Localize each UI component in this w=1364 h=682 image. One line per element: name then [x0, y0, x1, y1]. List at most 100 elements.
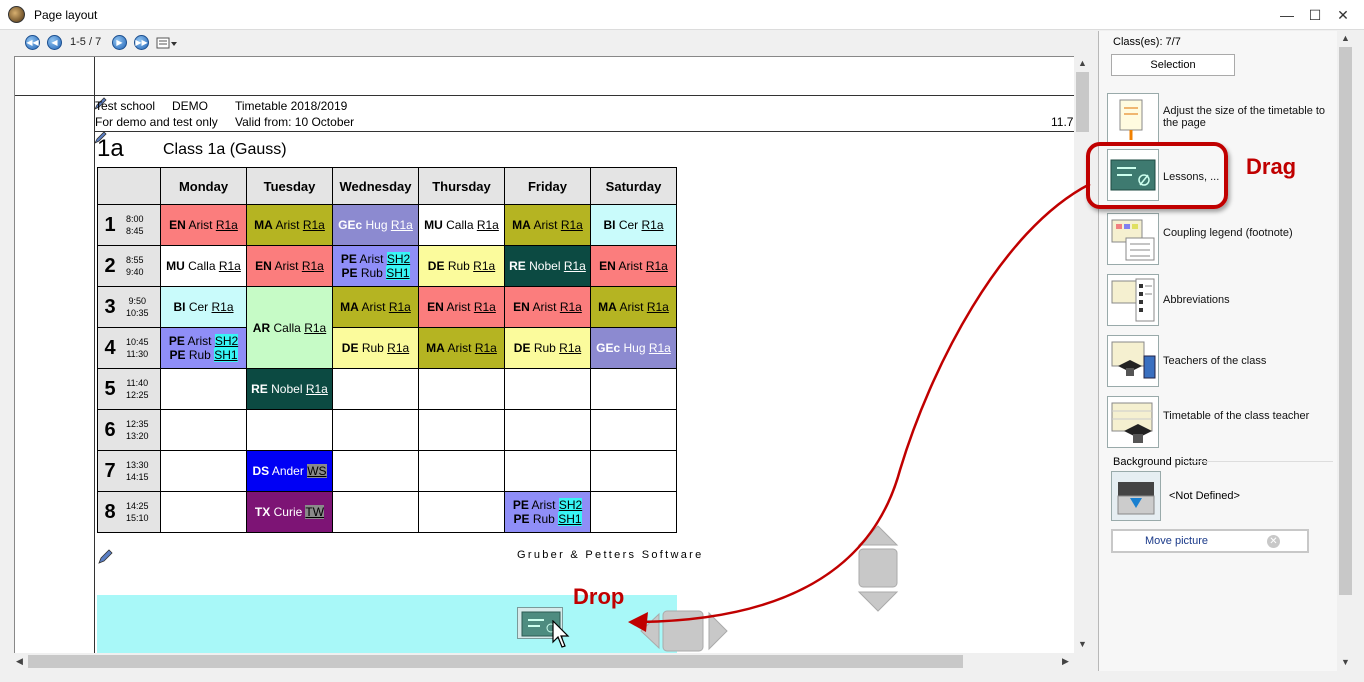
- scroll-right-icon[interactable]: ▶: [1062, 656, 1069, 667]
- day-header: Friday: [504, 167, 591, 205]
- lesson-cell[interactable]: DE Rub R1a: [418, 245, 505, 287]
- day-header: Wednesday: [332, 167, 419, 205]
- divider: [1183, 461, 1333, 462]
- lesson-cell[interactable]: MU Calla R1a: [418, 204, 505, 246]
- adjust-size-item[interactable]: Adjust the size of the timetable to the …: [1107, 93, 1327, 147]
- title-bar: Page layout — ☐ ✕: [0, 0, 1364, 30]
- mouse-cursor-icon: [552, 619, 572, 650]
- header-number: 11.7: [1051, 115, 1074, 129]
- lesson-cell[interactable]: BI Cer R1a: [160, 286, 247, 328]
- class-code: 1a: [97, 135, 124, 162]
- day-header: Tuesday: [246, 167, 333, 205]
- empty-cell[interactable]: [332, 368, 419, 410]
- item-label: Abbreviations: [1163, 294, 1230, 306]
- empty-cell[interactable]: [418, 450, 505, 492]
- lesson-cell[interactable]: MA Arist R1a: [332, 286, 419, 328]
- lesson-cell[interactable]: MA Arist R1a: [246, 204, 333, 246]
- class-count: Class(es): 7/7: [1113, 36, 1181, 48]
- scroll-down-icon[interactable]: ▼: [1341, 657, 1350, 667]
- empty-cell[interactable]: [504, 450, 591, 492]
- horizontal-scrollbar[interactable]: ◀ ▶: [14, 653, 1074, 670]
- first-page-icon[interactable]: ◀◀: [25, 35, 40, 50]
- empty-cell[interactable]: [418, 368, 505, 410]
- day-header: Thursday: [418, 167, 505, 205]
- maximize-button[interactable]: ☐: [1301, 4, 1329, 26]
- clear-icon[interactable]: ✕: [1267, 535, 1280, 548]
- toolbar: ◀◀ ◀ 1-5 / 7 ▶ ▶▶: [10, 31, 1092, 55]
- lesson-cell[interactable]: GEc Hug R1a: [332, 204, 419, 246]
- empty-cell[interactable]: [160, 409, 247, 451]
- school-name: Test school: [95, 99, 156, 113]
- scroll-up-icon[interactable]: ▲: [1078, 58, 1087, 68]
- close-button[interactable]: ✕: [1329, 4, 1357, 26]
- next-page-icon[interactable]: ▶: [112, 35, 127, 50]
- teachers-item[interactable]: Teachers of the class: [1107, 335, 1327, 389]
- class-name: Class 1a (Gauss): [163, 141, 287, 158]
- lesson-cell[interactable]: MU Calla R1a: [160, 245, 247, 287]
- lesson-cell[interactable]: PE Arist SH2 PE Rub SH1: [504, 491, 591, 533]
- move-picture-button[interactable]: Move picture ✕: [1111, 529, 1309, 553]
- valid-from: Valid from: 10 October: [235, 115, 355, 129]
- hour-cell: 7 13:30 14:15: [97, 450, 161, 492]
- lesson-cell[interactable]: PE Arist SH2 PE Rub SH1: [160, 327, 247, 369]
- empty-cell[interactable]: [418, 409, 505, 451]
- page-options-icon[interactable]: [156, 37, 177, 49]
- table-row: 3 9:50 10:35 BI Cer R1a AR Calla R1a MA Ar…: [97, 286, 677, 369]
- move-picture-label: Move picture: [1145, 535, 1208, 547]
- empty-cell[interactable]: [160, 450, 247, 492]
- table-row: 5 11:40 12:25 RE Nobel R1a: [97, 368, 677, 410]
- scroll-down-icon[interactable]: ▼: [1078, 639, 1087, 649]
- empty-cell[interactable]: [160, 368, 247, 410]
- background-picture-title: Background picture: [1113, 456, 1208, 468]
- adjust-page-icon: [1107, 93, 1159, 145]
- coupling-legend-item[interactable]: Coupling legend (footnote): [1107, 213, 1327, 267]
- scroll-up-icon[interactable]: ▲: [1341, 33, 1350, 43]
- panel-scrollbar[interactable]: ▲ ▼: [1337, 31, 1354, 671]
- empty-cell[interactable]: [246, 409, 333, 451]
- empty-cell[interactable]: [332, 409, 419, 451]
- lesson-cell[interactable]: TX Curie TW: [246, 491, 333, 533]
- lesson-cell[interactable]: EN Arist R1a: [504, 286, 591, 328]
- empty-cell[interactable]: [504, 409, 591, 451]
- scrollbar-thumb[interactable]: [1339, 47, 1352, 595]
- scrollbar-thumb[interactable]: [1076, 72, 1089, 132]
- table-row: 1 8:00 8:45 EN Arist R1a MA Arist R1a GEc …: [97, 204, 677, 246]
- lesson-cell[interactable]: DS Ander WS: [246, 450, 333, 492]
- lesson-cell[interactable]: RE Nobel R1a: [504, 245, 591, 287]
- window-title: Page layout: [34, 8, 98, 22]
- background-picture-value: <Not Defined>: [1169, 490, 1240, 502]
- demo-label: DEMO: [172, 99, 208, 113]
- timetable-grid: Monday Tuesday Wednesday Thursday Friday…: [97, 167, 677, 533]
- corner-cell: [97, 167, 161, 205]
- scrollbar-thumb[interactable]: [28, 655, 963, 668]
- abbreviations-item[interactable]: Abbreviations: [1107, 274, 1327, 328]
- class-teacher-timetable-item[interactable]: Timetable of the class teacher: [1107, 396, 1327, 450]
- previous-page-icon[interactable]: ◀: [47, 35, 62, 50]
- lesson-cell[interactable]: MA Arist R1a: [418, 327, 505, 369]
- empty-cell[interactable]: [504, 368, 591, 410]
- lesson-cell[interactable]: EN Arist R1a: [246, 245, 333, 287]
- scroll-left-icon[interactable]: ◀: [16, 656, 23, 667]
- table-row: 7 13:30 14:15 DS Ander WS: [97, 450, 677, 492]
- lesson-cell[interactable]: MA Arist R1a: [504, 204, 591, 246]
- lesson-cell[interactable]: EN Arist R1a: [160, 204, 247, 246]
- lesson-cell[interactable]: AR Calla R1a: [246, 286, 333, 369]
- lesson-cell[interactable]: EN Arist R1a: [418, 286, 505, 328]
- empty-cell[interactable]: [332, 491, 419, 533]
- lesson-cell[interactable]: DE Rub R1a: [504, 327, 591, 369]
- demo-note: For demo and test only: [95, 115, 218, 129]
- selection-button[interactable]: Selection: [1111, 54, 1235, 76]
- minimize-button[interactable]: —: [1273, 4, 1301, 26]
- item-label: Adjust the size of the timetable to the …: [1163, 105, 1326, 129]
- lesson-cell[interactable]: DE Rub R1a: [332, 327, 419, 369]
- empty-cell[interactable]: [418, 491, 505, 533]
- hour-cell: 5 11:40 12:25: [97, 368, 161, 410]
- lesson-cell[interactable]: RE Nobel R1a: [246, 368, 333, 410]
- empty-cell[interactable]: [160, 491, 247, 533]
- item-label: Timetable of the class teacher: [1163, 410, 1310, 422]
- last-page-icon[interactable]: ▶▶: [134, 35, 149, 50]
- empty-cell[interactable]: [332, 450, 419, 492]
- timetable-year: Timetable 2018/2019: [235, 99, 348, 113]
- lesson-cell[interactable]: PE Arist SH2 PE Rub SH1: [332, 245, 419, 287]
- pencil-icon[interactable]: [97, 549, 113, 565]
